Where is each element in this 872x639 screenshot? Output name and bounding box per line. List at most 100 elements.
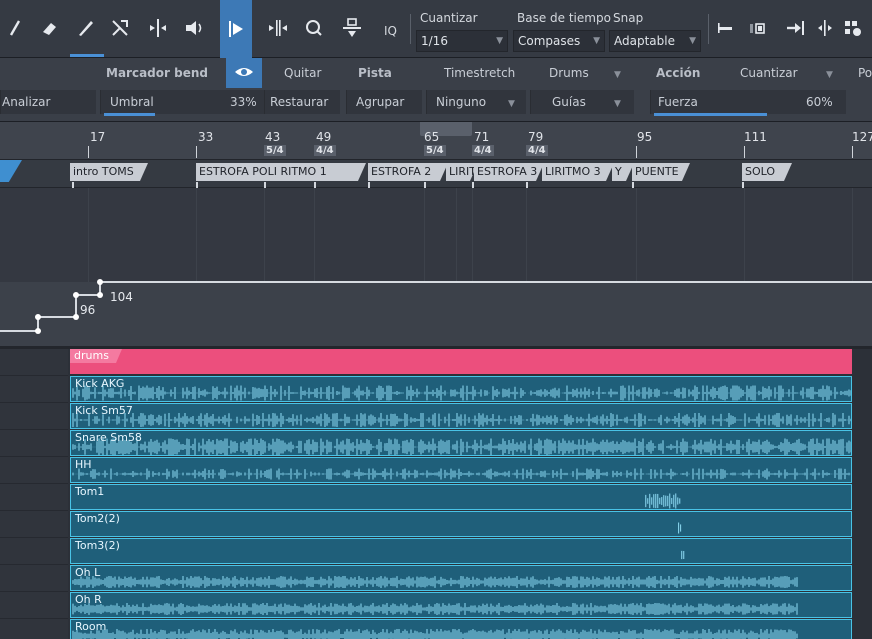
track-header-divider xyxy=(0,537,68,538)
mute-tool-icon[interactable] xyxy=(104,8,136,48)
cursor-follows-icon[interactable] xyxy=(812,8,838,48)
bar-number: 49 xyxy=(316,130,332,144)
arranger-section[interactable]: PUENTE xyxy=(632,163,690,181)
track-header-divider xyxy=(0,402,68,403)
quantize-icon[interactable] xyxy=(336,8,368,48)
timebase-value: Compases xyxy=(518,34,581,48)
audio-clip[interactable]: Tom1 xyxy=(70,484,852,510)
track-header-divider xyxy=(0,375,68,376)
bar-number: 111 xyxy=(744,130,767,144)
timestretch-label: Timestretch xyxy=(444,66,516,80)
snap-label: Snap xyxy=(613,11,644,25)
grid-settings-icon[interactable] xyxy=(838,8,868,48)
waveform xyxy=(678,522,682,534)
tempo-point[interactable] xyxy=(35,328,41,334)
zoom-tool-icon[interactable] xyxy=(298,8,330,48)
waveform xyxy=(72,603,798,615)
snap-block-icon[interactable] xyxy=(744,8,772,48)
time-signature[interactable]: 4/4 xyxy=(526,145,548,156)
strength-value: 60% xyxy=(806,95,833,109)
pencil-tool-icon[interactable] xyxy=(70,8,102,48)
bend-tool-icon[interactable] xyxy=(220,0,252,58)
bar-number: 43 xyxy=(265,130,281,144)
time-signature[interactable]: 4/4 xyxy=(472,145,494,156)
tempo-point[interactable] xyxy=(35,314,41,320)
snap-line-icon[interactable] xyxy=(712,8,740,48)
snap-to-event-icon[interactable] xyxy=(782,8,810,48)
audio-clip[interactable]: Tom3(2) xyxy=(70,538,852,564)
time-signature[interactable]: 4/4 xyxy=(314,145,336,156)
restore-label: Restaurar xyxy=(270,95,329,109)
track-header-divider xyxy=(0,618,68,619)
audio-clip[interactable]: HH xyxy=(70,457,852,483)
clip-name: Tom2(2) xyxy=(75,512,120,525)
strength-fill xyxy=(654,113,767,116)
bend-marker-heading: Marcador bend xyxy=(106,66,208,80)
arranger-section[interactable]: intro TOMS xyxy=(70,163,148,181)
arranger-section[interactable]: ESTROFA POLI RITMO 1 xyxy=(196,163,366,181)
tempo-point[interactable] xyxy=(97,292,103,298)
timebase-label: Base de tiempo xyxy=(517,11,611,25)
arranger-track: intro TOMS ESTROFA POLI RITMO 1 ESTROFA … xyxy=(0,160,872,188)
quantize-action-button[interactable]: Cuantizar xyxy=(740,66,798,80)
split-tool-icon[interactable] xyxy=(142,8,174,48)
audio-clip[interactable]: Room xyxy=(70,619,852,639)
arranger-section[interactable]: ESTROFA 3 xyxy=(474,163,544,181)
listen-tool-icon[interactable] xyxy=(178,8,210,48)
toolbar: IQ Cuantizar 1/16 ▼ Base de tiempo Compa… xyxy=(0,0,872,58)
quantize-select[interactable]: 1/16 ▼ xyxy=(416,30,508,52)
arranger-section[interactable]: Y xyxy=(612,163,634,181)
audio-clip[interactable]: Kick Sm57 xyxy=(70,403,852,429)
arranger-section[interactable]: LIRITI xyxy=(446,163,478,181)
toolbar-separator xyxy=(410,14,411,44)
track-header-divider xyxy=(0,429,68,430)
timebase-select[interactable]: Compases ▼ xyxy=(513,30,605,52)
chevron-down-icon: ▼ xyxy=(689,36,696,46)
bar-number: 79 xyxy=(528,130,544,144)
section-label: ESTROFA 3 xyxy=(477,165,538,178)
quantize-value: 1/16 xyxy=(421,34,448,48)
folder-track-drums[interactable] xyxy=(70,349,852,374)
strength-label: Fuerza xyxy=(658,95,698,109)
drums-select-value[interactable]: Drums xyxy=(549,66,589,80)
folder-name: drums xyxy=(74,349,109,362)
section-label: ESTROFA 2 xyxy=(371,165,432,178)
range-tool-icon[interactable] xyxy=(262,8,294,48)
tempo-value: 96 xyxy=(80,303,96,317)
arranger-section[interactable]: ESTROFA 2 xyxy=(368,163,448,181)
tempo-point[interactable] xyxy=(97,279,103,285)
time-signature[interactable]: 5/4 xyxy=(424,145,446,156)
snap-value: Adaptable xyxy=(614,34,675,48)
audio-clip[interactable]: Oh L xyxy=(70,565,852,591)
audio-clip[interactable]: Snare Sm58 xyxy=(70,430,852,456)
snap-select[interactable]: Adaptable ▼ xyxy=(609,30,701,52)
eraser-tool-icon[interactable] xyxy=(34,8,66,48)
audio-clip[interactable]: Kick AKG xyxy=(70,376,852,402)
audio-clip[interactable]: Oh R xyxy=(70,592,852,618)
iq-button[interactable]: IQ xyxy=(384,24,397,38)
bar-tick xyxy=(196,146,197,158)
time-signature[interactable]: 5/4 xyxy=(264,145,286,156)
waveform xyxy=(72,468,851,480)
clip-name: HH xyxy=(75,458,92,471)
quantize-label: Cuantizar xyxy=(420,11,478,25)
waveform xyxy=(72,385,851,401)
tempo-point[interactable] xyxy=(73,314,79,320)
tempo-value: 104 xyxy=(110,290,133,304)
section-label: LIRITI xyxy=(449,165,478,178)
track-header-divider xyxy=(0,591,68,592)
clip-name: Snare Sm58 xyxy=(75,431,142,444)
tempo-point[interactable] xyxy=(73,292,79,298)
overflow-button[interactable]: Po xyxy=(858,66,872,80)
audio-clip[interactable]: Tom2(2) xyxy=(70,511,852,537)
arrow-tool-icon[interactable] xyxy=(0,8,32,48)
arranger-section[interactable]: LIRITMO 3 xyxy=(542,163,614,181)
track-header-divider xyxy=(0,456,68,457)
group-label: Agrupar xyxy=(356,95,405,109)
bar-tick xyxy=(636,146,637,158)
track-header-divider xyxy=(0,564,68,565)
arranger-section[interactable]: SOLO xyxy=(742,163,792,181)
chevron-down-icon: ▼ xyxy=(614,70,621,80)
waveform xyxy=(72,438,851,455)
remove-button[interactable]: Quitar xyxy=(284,66,321,80)
